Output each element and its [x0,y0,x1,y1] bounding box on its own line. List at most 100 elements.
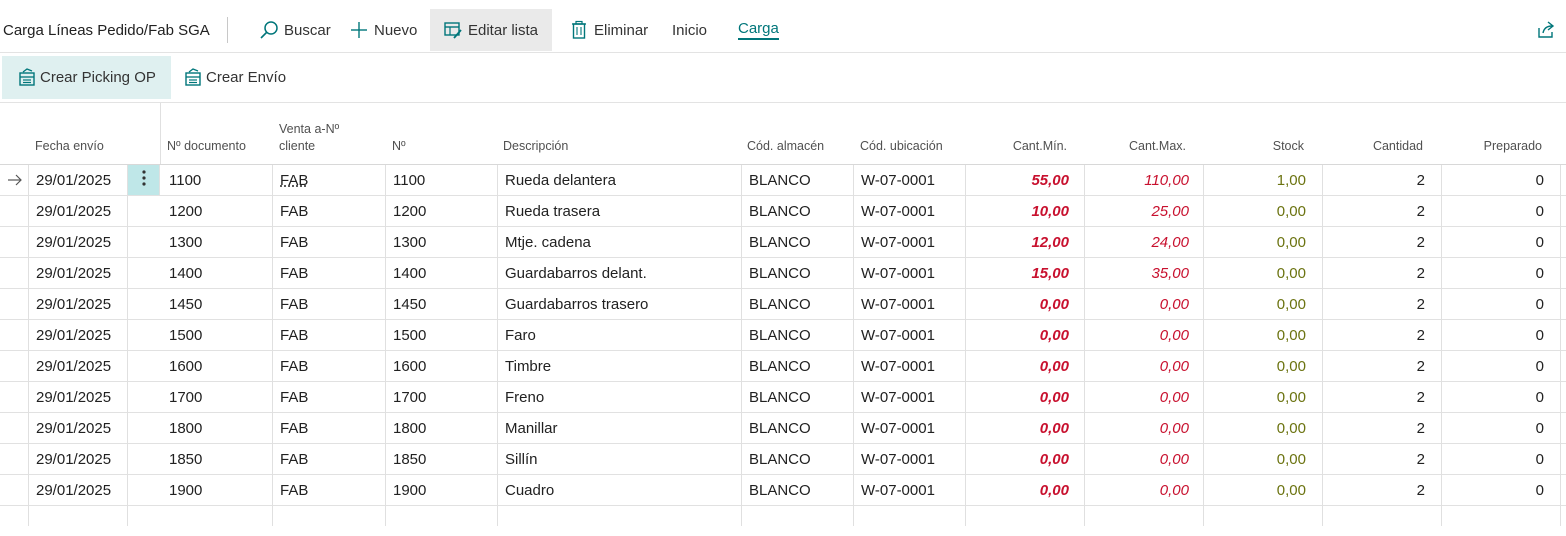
cell-fecha-envio[interactable]: 29/01/2025 [36,320,111,350]
cell-cant-max[interactable]: 0,00 [1090,382,1189,412]
cell-cod-almacen[interactable]: BLANCO [749,444,811,474]
cell-cod-ubicacion[interactable]: W-07-0001 [861,382,935,412]
cell-stock[interactable]: 0,00 [1208,289,1306,319]
cell-venta-cliente[interactable]: FAB [280,196,308,226]
col-header-num-documento[interactable]: Nº documento [167,138,246,155]
cell-cod-almacen[interactable]: BLANCO [749,475,811,505]
cell-cod-almacen[interactable]: BLANCO [749,258,811,288]
cell-cod-ubicacion[interactable]: W-07-0001 [861,227,935,257]
cell-descripcion[interactable]: Manillar [505,413,558,443]
cell-fecha-envio[interactable]: 29/01/2025 [36,413,111,443]
cell-cod-ubicacion[interactable]: W-07-0001 [861,320,935,350]
cell-cant-max[interactable]: 0,00 [1090,413,1189,443]
col-header-num[interactable]: Nº [392,138,406,155]
cell-cantidad[interactable]: 2 [1326,475,1425,505]
cell-cant-min[interactable]: 0,00 [970,475,1069,505]
cell-cant-min[interactable]: 0,00 [970,413,1069,443]
cell-preparado[interactable]: 0 [1445,475,1544,505]
cell-cant-max[interactable]: 0,00 [1090,444,1189,474]
cell-num[interactable]: 1200 [393,196,426,226]
delete-button[interactable]: Eliminar [564,9,652,51]
search-button[interactable]: Buscar [252,9,337,51]
cell-num-documento[interactable]: 1800 [169,413,202,443]
cell-stock[interactable]: 0,00 [1208,382,1306,412]
cell-fecha-envio[interactable]: 29/01/2025 [36,258,111,288]
cell-cant-min[interactable]: 0,00 [970,382,1069,412]
table-row[interactable]: 29/01/2025 1850 FAB 1850 Sillín BLANCO W-07-00… [0,444,1566,475]
table-row[interactable]: 29/01/2025 1600 FAB 1600 Timbre BLANCO W-07-00… [0,351,1566,382]
table-row[interactable]: 29/01/2025 1800 FAB 1800 Manillar BLANCO W-07-… [0,413,1566,444]
col-header-cod-ubicacion[interactable]: Cód. ubicación [860,138,943,155]
cell-stock[interactable]: 0,00 [1208,475,1306,505]
cell-cant-min[interactable]: 0,00 [970,289,1069,319]
cell-cantidad[interactable]: 2 [1326,258,1425,288]
cell-preparado[interactable]: 0 [1445,196,1544,226]
col-header-cod-almacen[interactable]: Cód. almacén [747,138,824,155]
cell-descripcion[interactable]: Timbre [505,351,551,381]
cell-cantidad[interactable]: 2 [1326,351,1425,381]
col-header-cant-max[interactable]: Cant.Max. [1090,138,1186,155]
row-menu-button[interactable] [128,165,159,195]
cell-num[interactable]: 1900 [393,475,426,505]
col-header-descripcion[interactable]: Descripción [503,138,568,155]
cell-descripcion[interactable]: Cuadro [505,475,554,505]
cell-venta-cliente[interactable]: FAB [280,413,308,443]
cell-fecha-envio[interactable]: 29/01/2025 [36,165,111,195]
cell-cant-max[interactable]: 0,00 [1090,320,1189,350]
cell-cod-almacen[interactable]: BLANCO [749,227,811,257]
cell-num-documento[interactable]: 1400 [169,258,202,288]
col-header-stock[interactable]: Stock [1208,138,1304,155]
cell-cant-max[interactable]: 25,00 [1090,196,1189,226]
cell-cod-almacen[interactable]: BLANCO [749,351,811,381]
cell-cod-almacen[interactable]: BLANCO [749,413,811,443]
cell-num-documento[interactable]: 1450 [169,289,202,319]
cell-venta-cliente[interactable]: FAB [280,475,308,505]
cell-num[interactable]: 1500 [393,320,426,350]
cell-cod-almacen[interactable]: BLANCO [749,196,811,226]
cell-descripcion[interactable]: Mtje. cadena [505,227,591,257]
cell-fecha-envio[interactable]: 29/01/2025 [36,196,111,226]
cell-descripcion[interactable]: Guardabarros delant. [505,258,647,288]
cell-cant-max[interactable]: 110,00 [1090,165,1189,195]
table-row[interactable]: 29/01/2025 1450 FAB 1450 Guardabarros traser… [0,289,1566,320]
table-row[interactable]: 29/01/2025 1300 FAB 1300 Mtje. cadena BLANCO W… [0,227,1566,258]
cell-stock[interactable]: 0,00 [1208,227,1306,257]
cell-descripcion[interactable]: Guardabarros trasero [505,289,648,319]
cell-fecha-envio[interactable]: 29/01/2025 [36,289,111,319]
cell-cant-min[interactable]: 0,00 [970,320,1069,350]
cell-stock[interactable]: 0,00 [1208,444,1306,474]
cell-cantidad[interactable]: 2 [1326,444,1425,474]
cell-num-documento[interactable]: 1850 [169,444,202,474]
cell-preparado[interactable]: 0 [1445,165,1544,195]
cell-cod-ubicacion[interactable]: W-07-0001 [861,475,935,505]
cell-descripcion[interactable]: Sillín [505,444,538,474]
cell-descripcion[interactable]: Rueda trasera [505,196,600,226]
cell-num-documento[interactable]: 1700 [169,382,202,412]
cell-num-documento[interactable]: 1300 [169,227,202,257]
cell-cantidad[interactable]: 2 [1326,196,1425,226]
cell-num[interactable]: 1800 [393,413,426,443]
table-row[interactable]: 29/01/2025 1400 FAB 1400 Guardabarros delant… [0,258,1566,289]
cell-fecha-envio[interactable]: 29/01/2025 [36,227,111,257]
cell-cant-min[interactable]: 0,00 [970,444,1069,474]
cell-cantidad[interactable]: 2 [1326,382,1425,412]
cell-num-documento[interactable]: 1500 [169,320,202,350]
cell-cantidad[interactable]: 2 [1326,289,1425,319]
cell-preparado[interactable]: 0 [1445,444,1544,474]
table-row[interactable]: 29/01/2025 1900 FAB 1900 Cuadro BLANCO W-07-00… [0,475,1566,506]
cell-cod-ubicacion[interactable]: W-07-0001 [861,196,935,226]
cell-cantidad[interactable]: 2 [1326,413,1425,443]
cell-cant-max[interactable]: 0,00 [1090,475,1189,505]
cell-cod-almacen[interactable]: BLANCO [749,382,811,412]
cell-cod-almacen[interactable]: BLANCO [749,320,811,350]
table-row[interactable]: 29/01/2025 1200 FAB 1200 Rueda trasera BLANCO… [0,196,1566,227]
cell-cantidad[interactable]: 2 [1326,227,1425,257]
cell-cant-min[interactable]: 0,00 [970,351,1069,381]
cell-num[interactable]: 1850 [393,444,426,474]
cell-cantidad[interactable]: 2 [1326,320,1425,350]
cell-num-documento[interactable]: 1900 [169,475,202,505]
cell-cod-ubicacion[interactable]: W-07-0001 [861,165,935,195]
cell-stock[interactable]: 0,00 [1208,351,1306,381]
cell-cant-min[interactable]: 10,00 [970,196,1069,226]
cell-num[interactable]: 1600 [393,351,426,381]
